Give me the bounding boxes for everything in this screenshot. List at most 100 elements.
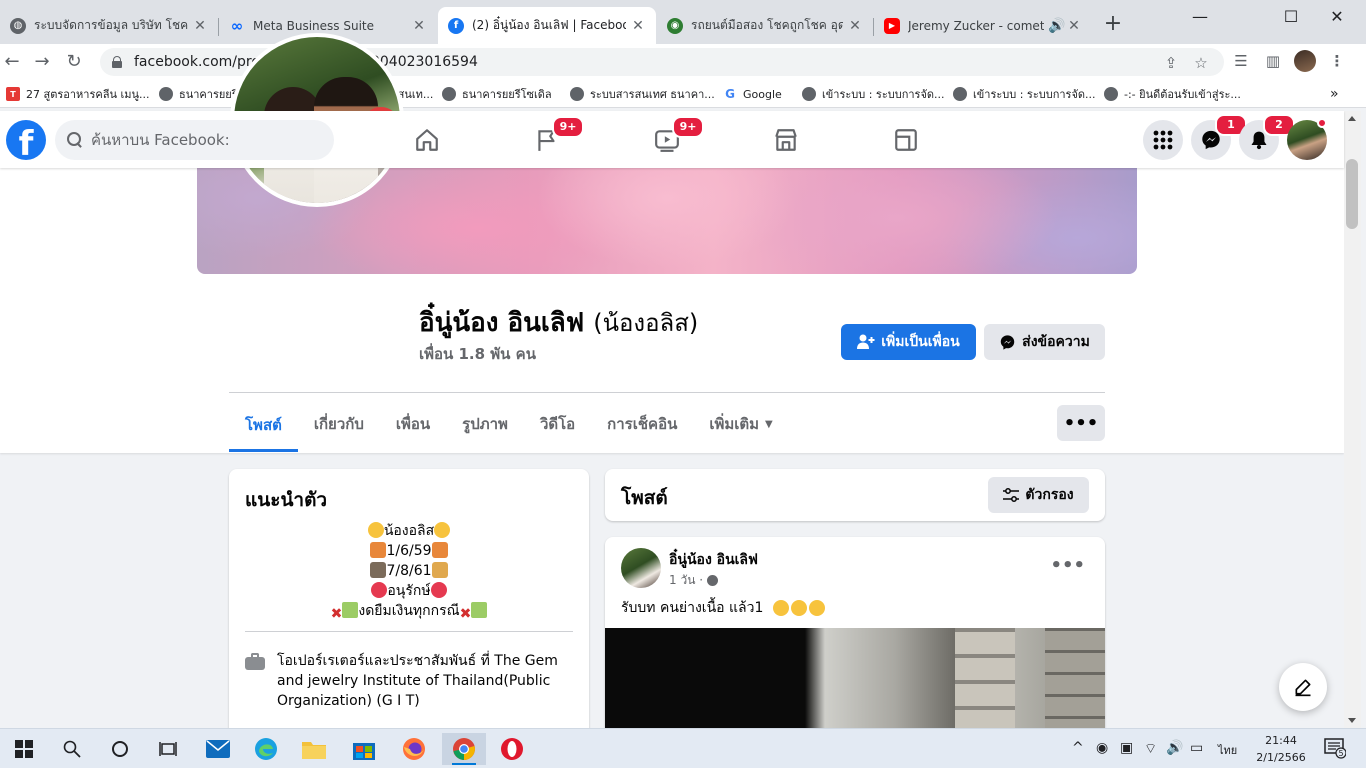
lock-icon[interactable] — [112, 56, 122, 68]
battery-icon[interactable]: ▭ — [1190, 740, 1203, 756]
wifi-icon[interactable]: ⌔ — [1144, 740, 1157, 758]
bio-text: น้องอลิส 1/6/59 7/8/61 อนุรักษ์ ✖ งดยืมเง… — [229, 521, 589, 622]
post-text: รับบท คนย่างเนื้อ แล้ว1 — [621, 597, 826, 619]
compose-icon — [1295, 679, 1311, 697]
tab-checkins[interactable]: การเช็คอิน — [591, 400, 693, 448]
tab-photos[interactable]: รูปภาพ — [446, 400, 524, 448]
cortana-button[interactable] — [98, 733, 142, 765]
side-panel-icon[interactable]: ▥ — [1262, 50, 1284, 72]
browser-tab-active[interactable]: f (2) อิ๋นู่น้อง อินเลิฟ | Facebook ✕ — [438, 7, 656, 44]
share-icon[interactable]: ⇪ — [1160, 54, 1182, 72]
tray-device-icon[interactable]: ▣ — [1120, 740, 1133, 756]
post-options-button[interactable]: ••• — [1050, 555, 1085, 576]
tab-title: ระบบจัดการข้อมูล บริษัท โชคถูกเมือง — [34, 18, 188, 32]
store-icon — [353, 743, 375, 760]
forward-icon[interactable]: → — [30, 50, 54, 74]
maximize-button[interactable]: ☐ — [1268, 0, 1314, 32]
account-avatar[interactable] — [1287, 118, 1327, 160]
filter-button[interactable]: ตัวกรอง — [988, 477, 1089, 513]
action-center-button[interactable]: 5 — [1324, 737, 1347, 763]
search-input[interactable] — [91, 131, 321, 149]
bookmark-item[interactable]: ธนาคารยยรีโซเดิล — [442, 85, 552, 103]
emoji-icon — [791, 600, 808, 616]
facebook-header: f 9+ 9+ 1 2 — [0, 111, 1344, 168]
minimize-button[interactable]: — — [1177, 0, 1223, 32]
speaker-icon[interactable]: 🔊 — [1048, 18, 1065, 34]
close-icon[interactable]: ✕ — [192, 18, 208, 34]
bookmark-item[interactable]: เข้าระบบ : ระบบการจัด... — [802, 85, 945, 103]
taskbar-mail[interactable] — [196, 733, 240, 765]
bookmarks-overflow-button[interactable]: » — [1330, 85, 1339, 103]
messenger-button[interactable]: 1 — [1191, 114, 1247, 160]
scroll-up-icon[interactable] — [1348, 116, 1356, 121]
browser-tab[interactable]: ◉ รถยนต์มือสอง โชคถูกโชค อุดรธานี ✕ — [657, 7, 873, 44]
task-view-button[interactable] — [146, 733, 190, 765]
post-author[interactable]: อิ๋นู่น้อง อินเลิฟ — [669, 549, 758, 571]
profile-more-button[interactable]: ••• — [1057, 405, 1105, 441]
bookmark-item[interactable]: T 27 สูตรอาหารคลีน เมนู... — [6, 85, 150, 103]
taskbar-opera[interactable] — [490, 733, 534, 765]
search-button[interactable] — [50, 733, 94, 765]
nav-gaming[interactable] — [851, 120, 961, 160]
bookmark-item[interactable]: เข้าระบบ : ระบบการจัด... — [953, 85, 1096, 103]
tab-about[interactable]: เกี่ยวกับ — [298, 400, 380, 448]
nav-marketplace[interactable] — [731, 120, 841, 160]
volume-icon[interactable]: 🔊 — [1166, 740, 1183, 756]
close-icon[interactable]: ✕ — [847, 18, 863, 34]
menu-button[interactable] — [1143, 120, 1183, 160]
globe-icon — [159, 87, 173, 101]
close-icon[interactable]: ✕ — [630, 18, 646, 34]
menu-kebab-icon[interactable]: ⋮ — [1326, 50, 1348, 72]
page-scrollbar[interactable] — [1344, 111, 1361, 728]
back-icon[interactable]: ← — [0, 50, 24, 74]
caret-down-icon: ▼ — [765, 418, 773, 430]
input-language[interactable]: ไทย — [1218, 741, 1237, 759]
close-window-button[interactable]: ✕ — [1314, 0, 1360, 32]
tab-posts[interactable]: โพสต์ — [229, 400, 298, 452]
notifications-button[interactable]: 2 — [1239, 114, 1295, 160]
start-button[interactable] — [2, 733, 46, 765]
bookmark-item[interactable]: G Google — [723, 85, 782, 103]
scroll-down-icon[interactable] — [1348, 718, 1356, 723]
nav-pages[interactable]: 9+ — [492, 116, 602, 160]
new-tab-button[interactable]: + — [1102, 13, 1124, 36]
system-clock[interactable]: 21:44 2/1/2566 — [1251, 732, 1311, 766]
browser-tab[interactable]: ◍ ระบบจัดการข้อมูล บริษัท โชคถูกเมือง ✕ — [0, 7, 218, 44]
add-friend-icon — [857, 334, 875, 349]
tray-app-icon[interactable]: ◉ — [1096, 740, 1108, 756]
post-timestamp[interactable]: 1 วัน · — [669, 571, 719, 590]
send-message-button[interactable]: ส่งข้อความ — [984, 324, 1105, 360]
bookmark-star-icon[interactable]: ☆ — [1190, 54, 1212, 72]
tab-title: Jeremy Zucker - comethru — [908, 18, 1044, 33]
reading-list-icon[interactable]: ☰ — [1230, 50, 1252, 72]
search-box[interactable] — [55, 120, 334, 160]
tab-friends[interactable]: เพื่อน — [380, 400, 446, 448]
profile-tabs: โพสต์ เกี่ยวกับ เพื่อน รูปภาพ วิดีโอ การ… — [229, 400, 789, 452]
bookmark-item[interactable]: ระบบสารสนเทศ ธนาคา... — [570, 85, 715, 103]
close-icon[interactable]: ✕ — [1066, 18, 1082, 34]
scrollbar-thumb[interactable] — [1346, 159, 1358, 229]
edge-icon — [255, 738, 277, 760]
add-friend-button[interactable]: เพิ่มเป็นเพื่อน — [841, 324, 976, 360]
bookmark-item[interactable]: -:- ยินดีต้อนรับเข้าสู่ระ... — [1104, 85, 1241, 103]
taskbar-file-explorer[interactable] — [292, 733, 336, 765]
facebook-logo-icon[interactable]: f — [6, 120, 46, 160]
post-author-avatar[interactable] — [621, 548, 661, 588]
taskbar-chrome[interactable] — [442, 733, 486, 765]
nav-watch[interactable]: 9+ — [612, 116, 722, 160]
search-icon — [63, 740, 81, 758]
profile-avatar-icon[interactable] — [1294, 50, 1316, 72]
work-text[interactable]: โอเปอร์เรเตอร์และประชาสัมพันธ์ ที่ The G… — [277, 651, 575, 711]
taskbar-firefox[interactable] — [392, 733, 436, 765]
tab-more[interactable]: เพิ่มเติม ▼ — [693, 400, 788, 448]
taskbar-edge[interactable] — [244, 733, 288, 765]
tray-overflow-icon[interactable]: ^ — [1072, 740, 1084, 756]
new-message-button[interactable] — [1279, 663, 1327, 711]
nav-home[interactable] — [372, 120, 482, 160]
reload-icon[interactable]: ↻ — [62, 50, 86, 74]
taskbar-store[interactable] — [342, 733, 386, 765]
close-icon[interactable]: ✕ — [411, 18, 427, 34]
friends-count[interactable]: เพื่อน 1.8 พัน คน — [419, 342, 536, 366]
tab-videos[interactable]: วิดีโอ — [524, 400, 591, 448]
browser-tab[interactable]: ▶ Jeremy Zucker - comethru 🔊 ✕ — [874, 7, 1092, 44]
